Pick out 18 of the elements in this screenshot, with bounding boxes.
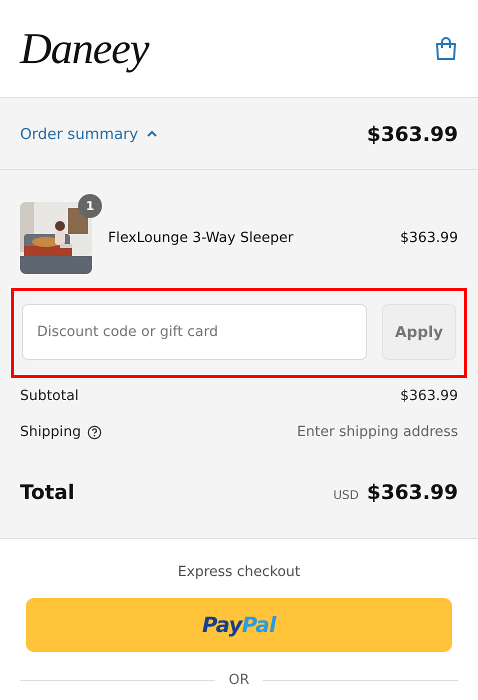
- summary-total: $363.99: [366, 122, 458, 146]
- express-checkout-heading: Express checkout: [178, 564, 300, 580]
- product-name: FlexLounge 3-Way Sleeper: [108, 230, 294, 246]
- subtotal-label: Subtotal: [20, 388, 79, 404]
- paypal-button[interactable]: PayPal: [26, 598, 452, 652]
- shipping-value: Enter shipping address: [297, 424, 458, 440]
- order-summary-toggle[interactable]: Order summary: [20, 124, 158, 142]
- subtotal-value: $363.99: [400, 388, 458, 404]
- currency-code: USD: [333, 488, 359, 502]
- help-icon[interactable]: [87, 424, 102, 440]
- shipping-label: Shipping: [20, 424, 82, 440]
- store-logo[interactable]: Daneey: [20, 26, 148, 70]
- total-value: $363.99: [366, 480, 458, 504]
- total-label: Total: [20, 480, 75, 504]
- product-price: $363.99: [400, 230, 458, 246]
- shopping-bag-icon[interactable]: [434, 36, 458, 62]
- or-divider-text: OR: [228, 672, 250, 688]
- quantity-badge: 1: [78, 194, 102, 218]
